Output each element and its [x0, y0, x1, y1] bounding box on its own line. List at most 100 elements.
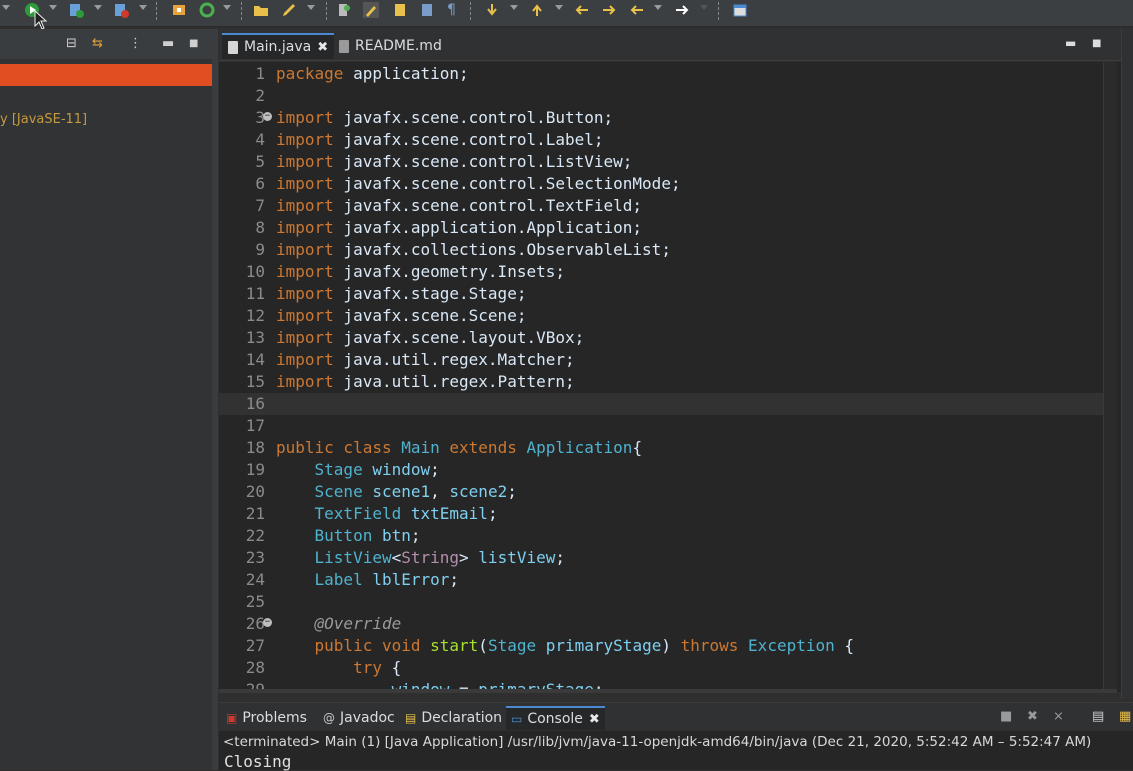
- fold-toggle-icon[interactable]: −: [263, 112, 272, 121]
- code-line[interactable]: 8 import javafx.application.Application;: [219, 217, 1103, 239]
- code-line[interactable]: 21 TextField txtEmail;: [219, 503, 1103, 525]
- line-number: 14: [245, 350, 265, 369]
- code-token: {: [834, 636, 855, 655]
- code-line[interactable]: 23 ListView<String> listView;: [219, 547, 1103, 569]
- refresh-dropdown-icon[interactable]: [223, 5, 231, 10]
- edit-icon[interactable]: [281, 2, 297, 18]
- search-icon[interactable]: [337, 2, 353, 18]
- code-line[interactable]: 26− @Override: [219, 613, 1103, 635]
- code-token: public void: [314, 636, 431, 655]
- tab-declaration[interactable]: ▤ Declaration: [400, 706, 507, 730]
- code-text: Scene scene1, scene2;: [276, 481, 517, 503]
- tab-main-java[interactable]: Main.java ✖: [222, 33, 335, 59]
- code-line[interactable]: 19 Stage window;: [219, 459, 1103, 481]
- code-line[interactable]: 28 try {: [219, 657, 1103, 679]
- code-line[interactable]: 5 import javafx.scene.control.ListView;: [219, 151, 1103, 173]
- line-number: 12: [245, 306, 265, 325]
- remove-all-launches-icon[interactable]: ⨯: [1053, 709, 1064, 724]
- prev-annotation-dropdown-icon[interactable]: [555, 5, 563, 10]
- code-line[interactable]: 17: [219, 415, 1103, 437]
- code-text: import javafx.scene.layout.VBox;: [276, 327, 584, 349]
- paragraph-icon[interactable]: ¶: [447, 2, 463, 18]
- code-line[interactable]: 16: [219, 393, 1103, 415]
- debug-dropdown-icon[interactable]: [94, 5, 102, 10]
- nav-forward-dropdown-icon[interactable]: [700, 5, 708, 10]
- nav-back-icon[interactable]: [629, 2, 645, 18]
- code-line[interactable]: 7 import javafx.scene.control.TextField;: [219, 195, 1103, 217]
- code-editor[interactable]: 1 package application; 2 3− import javafx.sc…: [219, 62, 1121, 692]
- close-icon[interactable]: ✖: [589, 712, 600, 727]
- debug-icon[interactable]: [68, 2, 84, 18]
- close-icon[interactable]: ✖: [317, 40, 328, 55]
- tab-label: Javadoc: [340, 710, 395, 726]
- line-number: 28: [245, 658, 265, 677]
- code-line[interactable]: 4 import javafx.scene.control.Label;: [219, 129, 1103, 151]
- coverage-dropdown-icon[interactable]: [139, 5, 147, 10]
- selected-project-row[interactable]: [0, 64, 212, 86]
- coverage-icon[interactable]: [113, 2, 129, 18]
- open-folder-icon[interactable]: [253, 2, 269, 18]
- code-line[interactable]: 9 import javafx.collections.ObservableLis…: [219, 239, 1103, 261]
- minimize-icon[interactable]: ▬: [162, 36, 174, 51]
- maximize-icon[interactable]: ■: [1092, 38, 1101, 49]
- markdown-file-icon: [339, 39, 349, 53]
- code-line[interactable]: 20 Scene scene1, scene2;: [219, 481, 1103, 503]
- editor-vertical-scrollbar[interactable]: [1103, 62, 1117, 692]
- editor-horizontal-scrollbar[interactable]: [219, 689, 1117, 693]
- code-token: ;: [449, 570, 460, 589]
- remove-launch-icon[interactable]: ✖: [1027, 709, 1038, 724]
- collapse-all-icon[interactable]: ⊟: [66, 36, 77, 51]
- code-line[interactable]: 25: [219, 591, 1103, 613]
- link-editor-icon[interactable]: ⇆: [92, 36, 103, 51]
- tab-javadoc[interactable]: @ Javadoc: [318, 706, 400, 730]
- code-line[interactable]: 18 public class Main extends Application{: [219, 437, 1103, 459]
- nav-forward-icon[interactable]: [674, 2, 690, 18]
- calendar-icon[interactable]: [732, 2, 748, 18]
- toggle-view-icon[interactable]: [419, 2, 435, 18]
- clear-console-icon[interactable]: ▤: [1092, 709, 1104, 724]
- dropdown-arrow-icon[interactable]: [2, 5, 10, 10]
- code-line[interactable]: 2: [219, 85, 1103, 107]
- edit-dropdown-icon[interactable]: [307, 5, 315, 10]
- highlight-icon[interactable]: [363, 2, 379, 18]
- scroll-lock-icon[interactable]: ▦: [1119, 709, 1131, 724]
- code-line[interactable]: 14 import java.util.regex.Matcher;: [219, 349, 1103, 371]
- code-line[interactable]: 24 Label lblError;: [219, 569, 1103, 591]
- code-line[interactable]: 3− import javafx.scene.control.Button;: [219, 107, 1103, 129]
- open-file-icon[interactable]: [392, 2, 408, 18]
- code-line[interactable]: 13 import javafx.scene.layout.VBox;: [219, 327, 1103, 349]
- run-dropdown-icon[interactable]: [49, 5, 57, 10]
- code-line[interactable]: 12 import javafx.scene.Scene;: [219, 305, 1103, 327]
- maximize-icon[interactable]: ■: [189, 38, 198, 49]
- console-view[interactable]: <terminated> Main (1) [Java Application]…: [219, 731, 1133, 771]
- code-line[interactable]: 27 public void start(Stage primaryStage)…: [219, 635, 1103, 657]
- terminate-icon[interactable]: ■: [1000, 709, 1012, 724]
- code-line[interactable]: 10 import javafx.geometry.Insets;: [219, 261, 1103, 283]
- next-annotation-icon[interactable]: [484, 2, 500, 18]
- back-icon[interactable]: [574, 2, 590, 18]
- refresh-icon[interactable]: [199, 2, 215, 18]
- fold-toggle-icon[interactable]: −: [263, 618, 272, 627]
- nav-back-dropdown-icon[interactable]: [654, 5, 662, 10]
- code-line[interactable]: 6 import javafx.scene.control.SelectionMo…: [219, 173, 1103, 195]
- code-line[interactable]: 22 Button btn;: [219, 525, 1103, 547]
- tab-label: Console: [527, 711, 583, 727]
- jre-library-label[interactable]: y [JavaSE-11]: [0, 112, 87, 127]
- forward-icon[interactable]: [601, 2, 617, 18]
- code-line[interactable]: 15 import java.util.regex.Pattern;: [219, 371, 1103, 393]
- code-line[interactable]: 11 import javafx.stage.Stage;: [219, 283, 1103, 305]
- code-token: import: [276, 108, 334, 127]
- code-text: import javafx.stage.Stage;: [276, 283, 526, 305]
- tab-console[interactable]: ▭ Console ✖: [506, 706, 605, 730]
- tab-problems[interactable]: ▣ Problems: [221, 706, 312, 730]
- code-line[interactable]: 1 package application;: [219, 63, 1103, 85]
- view-menu-icon[interactable]: ⋮: [129, 36, 142, 51]
- next-annotation-dropdown-icon[interactable]: [510, 5, 518, 10]
- prev-annotation-icon[interactable]: [529, 2, 545, 18]
- minimize-icon[interactable]: ▬: [1065, 36, 1076, 50]
- new-package-icon[interactable]: [171, 2, 187, 18]
- tab-readme-md[interactable]: README.md: [333, 33, 448, 59]
